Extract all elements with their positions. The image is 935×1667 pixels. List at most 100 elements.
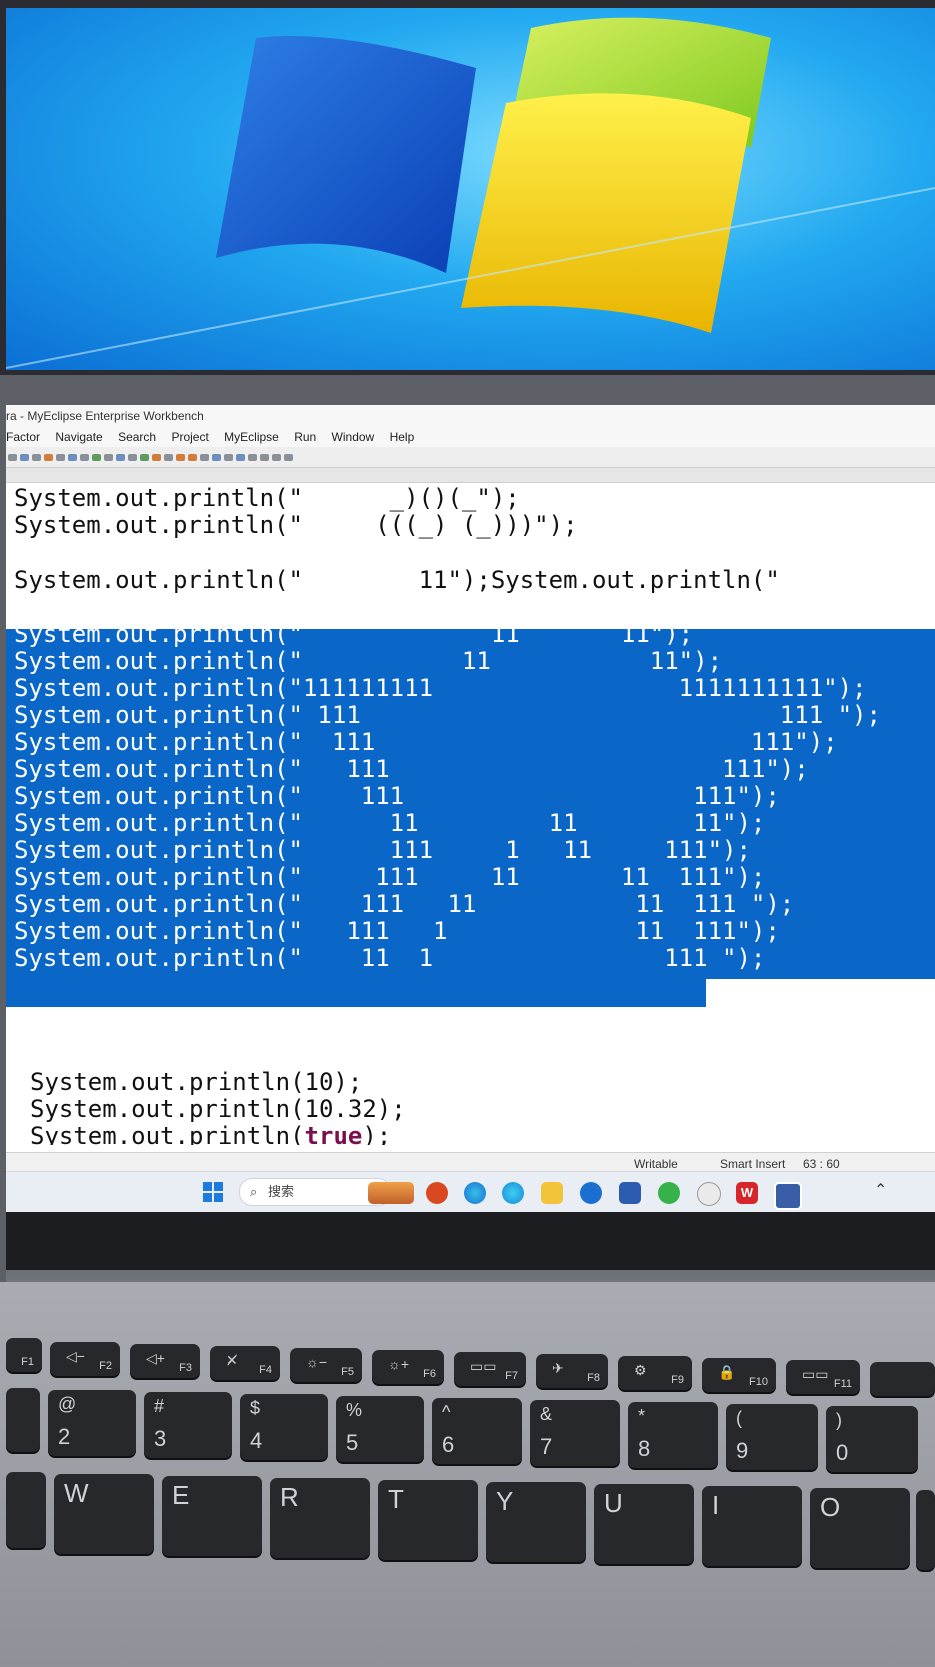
- key-r[interactable]: R: [270, 1478, 370, 1558]
- key-0[interactable]: ) 0: [826, 1406, 918, 1472]
- toolbar-button[interactable]: [236, 453, 245, 461]
- key-u[interactable]: U: [594, 1484, 694, 1564]
- start-button[interactable]: [203, 1182, 223, 1202]
- key-y[interactable]: Y: [486, 1482, 586, 1562]
- toolbar-button[interactable]: [8, 453, 17, 461]
- toolbar-button[interactable]: [260, 453, 269, 461]
- wps-icon[interactable]: W: [736, 1182, 758, 1204]
- selected-code-line[interactable]: System.out.println("111111111 1111111111…: [6, 675, 867, 702]
- key-4[interactable]: $4: [240, 1394, 328, 1460]
- selected-code-line[interactable]: System.out.println(" 11 11");: [6, 621, 693, 648]
- toolbar-button[interactable]: [44, 453, 53, 461]
- menu-window[interactable]: Window: [332, 427, 375, 447]
- toolbar-button[interactable]: [128, 453, 137, 461]
- key-q[interactable]: [6, 1472, 46, 1548]
- toolbar-button[interactable]: [224, 453, 233, 461]
- code-editor[interactable]: System.out.println(" _)()(_"); System.ou…: [6, 483, 935, 1173]
- selected-code-line[interactable]: System.out.println(" 111 1 11 111");: [6, 837, 751, 864]
- key-5[interactable]: % 5: [336, 1396, 424, 1462]
- key-3[interactable]: #3: [144, 1392, 232, 1458]
- run-button[interactable]: [140, 453, 149, 461]
- selected-code-line[interactable]: System.out.println(" 11 1 111 ");: [6, 945, 765, 972]
- key-9[interactable]: (9: [726, 1404, 818, 1470]
- toolbar-button[interactable]: [248, 453, 257, 461]
- qq-icon[interactable]: [697, 1182, 721, 1206]
- store-icon[interactable]: [619, 1182, 641, 1204]
- key-f12[interactable]: [870, 1362, 935, 1396]
- selected-code-line[interactable]: System.out.println(" 11 11");: [6, 648, 722, 675]
- edge-beta-icon[interactable]: [502, 1182, 524, 1204]
- chevron-up-icon[interactable]: ⌃: [874, 1180, 887, 1200]
- code-line[interactable]: System.out.println(" (((_) (_)))");: [6, 512, 578, 539]
- key-f10[interactable]: 🔒 F10: [702, 1358, 776, 1392]
- toolbar-button[interactable]: [188, 453, 197, 461]
- toolbar-button[interactable]: [116, 453, 125, 461]
- menu-project[interactable]: Project: [171, 427, 208, 447]
- selected-code-line[interactable]: System.out.println(" 111 11 11 111");: [6, 864, 765, 891]
- key-f6[interactable]: ☼+ F6: [372, 1350, 444, 1384]
- key-6[interactable]: ^ 6: [432, 1398, 522, 1464]
- code-line[interactable]: System.out.println(10.32);: [6, 1096, 406, 1123]
- selected-code-line[interactable]: System.out.println(" 111 111");: [6, 783, 780, 810]
- toolbar-button[interactable]: [20, 453, 29, 461]
- key-f3[interactable]: ◁+ F3: [130, 1344, 200, 1378]
- key-8[interactable]: * 8: [628, 1402, 718, 1468]
- key-f8[interactable]: ✈ F8: [536, 1354, 608, 1388]
- code-line[interactable]: System.out.println(" _)()(_");: [6, 485, 520, 512]
- menu-run[interactable]: Run: [294, 427, 316, 447]
- app-icon[interactable]: [426, 1182, 448, 1204]
- code-line[interactable]: [6, 539, 14, 566]
- key-2[interactable]: @2: [48, 1390, 136, 1456]
- toolbar-button[interactable]: [32, 453, 41, 461]
- code-line[interactable]: System.out.println(" 11");System.out.pri…: [6, 567, 780, 594]
- toolbar-button[interactable]: [176, 453, 185, 461]
- toolbar-button[interactable]: [104, 453, 113, 461]
- toolbar-button[interactable]: [152, 453, 161, 461]
- toolbar-button[interactable]: [92, 453, 101, 461]
- selected-code-line[interactable]: System.out.println(" 111 1 11 111");: [6, 918, 780, 945]
- toolbar-button[interactable]: [80, 453, 89, 461]
- menu-myeclipse[interactable]: MyEclipse: [224, 427, 279, 447]
- menu-refactor[interactable]: Factor: [6, 427, 40, 447]
- toolbar-button[interactable]: [68, 453, 77, 461]
- key-f2[interactable]: ◁− F2: [50, 1342, 120, 1376]
- menu-search[interactable]: Search: [118, 427, 156, 447]
- key-p[interactable]: [916, 1490, 935, 1570]
- key-e[interactable]: E: [162, 1476, 262, 1556]
- toolbar-button[interactable]: [164, 453, 173, 461]
- code-line[interactable]: System.out.println(10);: [6, 1069, 362, 1096]
- toolbar-button[interactable]: [284, 453, 293, 461]
- myeclipse-icon[interactable]: [774, 1182, 802, 1210]
- menu-help[interactable]: Help: [390, 427, 415, 447]
- bridge-widget-icon[interactable]: [368, 1182, 414, 1204]
- selection-end-gap: [706, 979, 935, 1007]
- selected-code-line[interactable]: System.out.println(" 111 111");: [6, 729, 838, 756]
- selected-code-line[interactable]: System.out.println(" 111 111");: [6, 756, 809, 783]
- code-line[interactable]: System.out.println(true);: [6, 1123, 391, 1145]
- key-f7[interactable]: ▭▭ F7: [454, 1352, 526, 1386]
- toolbar-button[interactable]: [272, 453, 281, 461]
- key-f9[interactable]: ⚙ F9: [618, 1356, 692, 1390]
- key-1[interactable]: [6, 1388, 40, 1452]
- key-w[interactable]: W: [54, 1474, 154, 1554]
- key-f4[interactable]: ✕̸ F4: [210, 1346, 280, 1380]
- edge-dev-icon[interactable]: [580, 1182, 602, 1204]
- toolbar-button[interactable]: [56, 453, 65, 461]
- key-f11[interactable]: ▭▭ F11: [786, 1360, 860, 1394]
- toolbar-button[interactable]: [200, 453, 209, 461]
- menu-navigate[interactable]: Navigate: [55, 427, 102, 447]
- key-7[interactable]: & 7: [530, 1400, 620, 1466]
- file-explorer-icon[interactable]: [541, 1182, 563, 1204]
- key-i[interactable]: I: [702, 1486, 802, 1566]
- edge-icon[interactable]: [464, 1182, 486, 1204]
- key-f5[interactable]: ☼− F5: [290, 1348, 362, 1382]
- selected-code-line[interactable]: System.out.println(" 111 11 11 111 ");: [6, 891, 794, 918]
- selected-code-line[interactable]: System.out.println(" 111 111 ");: [6, 702, 881, 729]
- key-o[interactable]: O: [810, 1488, 910, 1568]
- key-t[interactable]: T: [378, 1480, 478, 1560]
- wechat-icon[interactable]: [658, 1182, 680, 1204]
- selected-code-line[interactable]: System.out.println(" 11 11 11");: [6, 810, 765, 837]
- toolbar-button[interactable]: [212, 453, 221, 461]
- selected-code-line[interactable]: System.out.println(" 11 11");: [6, 594, 664, 621]
- key-f1[interactable]: F1: [6, 1338, 42, 1372]
